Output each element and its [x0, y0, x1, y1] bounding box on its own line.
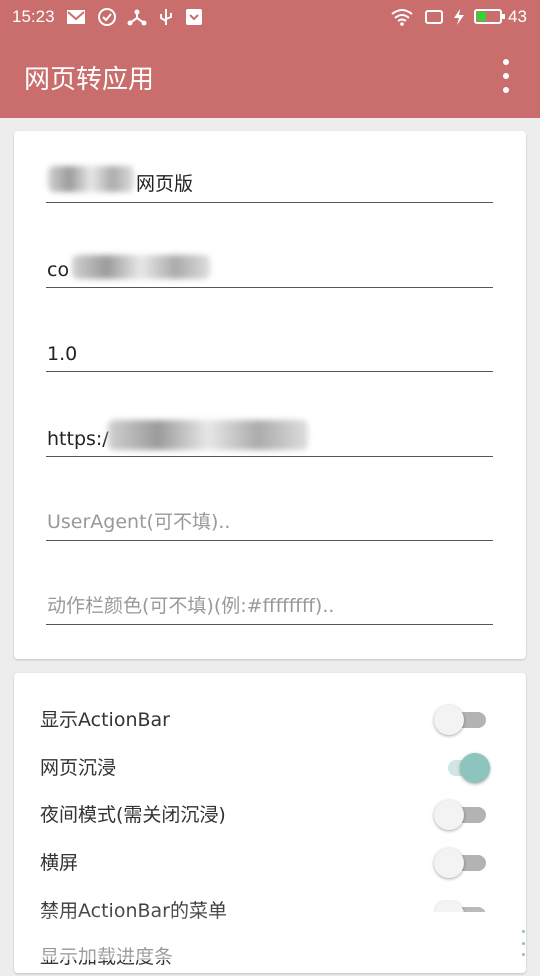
share-icon [127, 9, 147, 26]
redacted-blur [72, 255, 210, 279]
toggle-switch[interactable] [434, 800, 486, 830]
status-time: 15:23 [12, 7, 55, 26]
useragent-field[interactable]: UserAgent(可不填).. [46, 500, 493, 541]
scroll-indicator [522, 930, 528, 956]
setting-row-show-progress: 显示加载进度条 [14, 932, 526, 976]
setting-label: 夜间模式(需关闭沉浸) [40, 804, 226, 826]
mail-icon [67, 10, 85, 24]
shield-icon [186, 9, 202, 25]
setting-label: 显示加载进度条 [40, 946, 174, 968]
toggle-switch[interactable] [434, 753, 490, 783]
status-bar: 15:23 43 [0, 0, 540, 34]
page-title: 网页转应用 [24, 65, 155, 95]
battery-icon [474, 9, 505, 24]
app-name-field[interactable]: 网页版 [46, 162, 493, 203]
toggle-switch[interactable] [434, 705, 486, 735]
version-field[interactable]: 1.0 [46, 331, 493, 372]
setting-label: 横屏 [40, 852, 79, 874]
setting-row-show-actionbar: 显示ActionBar [14, 695, 526, 739]
settings-card: 显示ActionBar 网页沉浸 夜间模式(需关闭沉浸) 横屏 禁用Action… [14, 673, 526, 973]
check-circle-icon [98, 8, 116, 26]
app-info-card: 网页版 co 1.0 https:/ UserAgent(可不填).. 动作栏颜… [14, 131, 526, 659]
version-value: 1.0 [47, 343, 78, 365]
actionbar-color-placeholder: 动作栏颜色(可不填)(例:#ffffffff).. [47, 595, 335, 617]
setting-label: 禁用ActionBar的菜单 [40, 900, 227, 922]
package-name-field[interactable]: co [46, 247, 493, 288]
app-bar: 网页转应用 [0, 34, 540, 118]
app-name-value: 网页版 [136, 173, 194, 195]
toggle-switch[interactable] [434, 900, 486, 912]
redacted-blur [108, 420, 308, 450]
redacted-blur [48, 166, 134, 192]
charging-icon [454, 9, 464, 25]
setting-row-immersive: 网页沉浸 [14, 743, 526, 787]
screen-icon [425, 10, 443, 24]
url-value: https:/ [47, 428, 109, 450]
more-vert-icon[interactable] [494, 59, 518, 93]
toggle-switch[interactable] [434, 848, 486, 878]
setting-row-night-mode: 夜间模式(需关闭沉浸) [14, 790, 526, 834]
battery-level: 43 [508, 7, 527, 26]
url-field[interactable]: https:/ [46, 416, 493, 457]
useragent-placeholder: UserAgent(可不填).. [47, 511, 231, 533]
usb-icon [160, 9, 172, 25]
package-name-value: co [47, 259, 70, 281]
setting-label: 网页沉浸 [40, 757, 117, 779]
setting-row-landscape: 横屏 [14, 838, 526, 882]
setting-label: 显示ActionBar [40, 709, 170, 731]
battery-fill [477, 12, 487, 21]
actionbar-color-field[interactable]: 动作栏颜色(可不填)(例:#ffffffff).. [46, 584, 493, 625]
setting-row-disable-actionbar-menu: 禁用ActionBar的菜单 [14, 886, 526, 930]
wifi-icon [391, 9, 413, 26]
